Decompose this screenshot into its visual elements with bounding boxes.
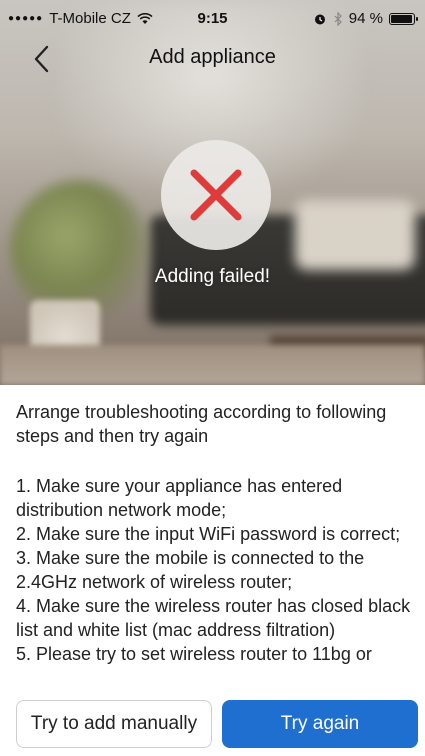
step-item: 5. Please try to set wireless router to … xyxy=(16,644,372,664)
step-item: 3. Make sure the mobile is connected to … xyxy=(16,548,365,592)
action-bar: Try to add manually Try again xyxy=(0,692,425,756)
status-bar: ●●●●● T-Mobile CZ 9:15 94 % xyxy=(0,0,425,40)
close-icon xyxy=(190,169,242,221)
pillow-shape xyxy=(295,200,415,270)
troubleshooting-intro: Arrange troubleshooting according to fol… xyxy=(16,402,387,446)
step-item: 4. Make sure the wireless router has clo… xyxy=(16,596,411,640)
failure-message: Adding failed! xyxy=(154,266,271,287)
status-icons: 94 % xyxy=(313,10,418,27)
bluetooth-icon xyxy=(334,11,342,26)
navigation-bar: Add appliance xyxy=(0,40,425,80)
plant-shape xyxy=(10,180,150,320)
troubleshooting-section: Arrange troubleshooting according to fol… xyxy=(16,400,416,666)
add-manually-button[interactable]: Try to add manually xyxy=(16,700,212,748)
alarm-icon xyxy=(314,14,325,24)
battery-icon xyxy=(389,12,418,25)
try-again-button[interactable]: Try again xyxy=(222,700,418,748)
battery-percent: 94 % xyxy=(348,10,383,27)
step-item: 2. Make sure the input WiFi password is … xyxy=(16,524,401,544)
step-item: 1. Make sure your appliance has entered … xyxy=(16,476,343,520)
page-title: Add appliance xyxy=(149,46,276,68)
failure-indicator xyxy=(161,140,271,250)
floor-shape xyxy=(0,345,425,385)
troubleshooting-steps: 1. Make sure your appliance has entered … xyxy=(16,474,416,666)
